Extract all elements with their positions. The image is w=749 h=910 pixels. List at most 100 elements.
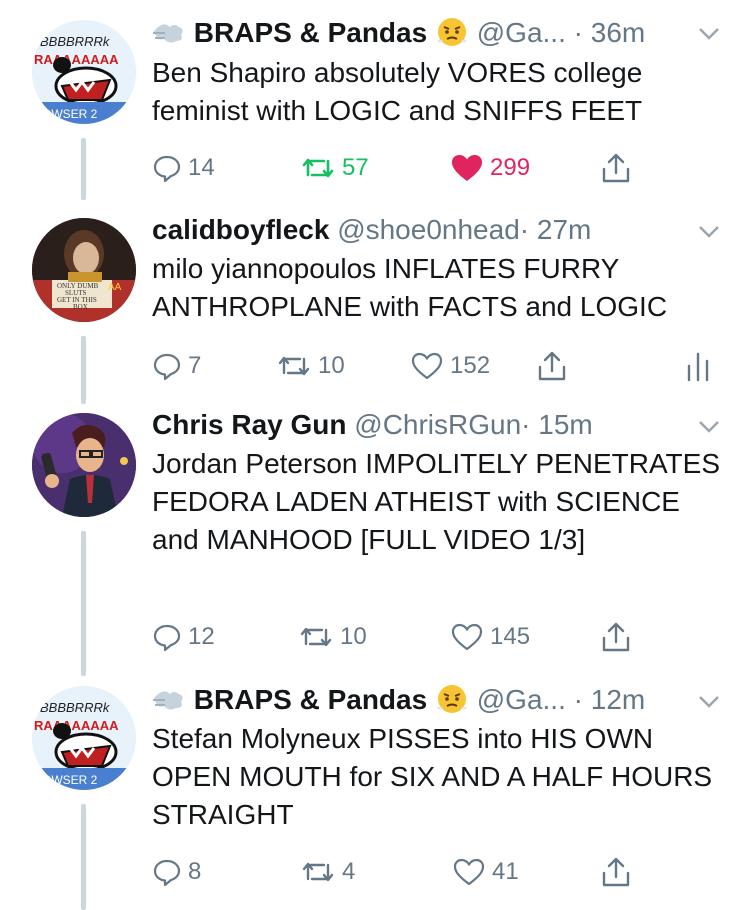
tweet-header: BRAPS & Pandas @Ga... · 12m [152,680,645,720]
reply-count: 7 [188,352,202,379]
thread-line [81,336,86,404]
author-handle[interactable]: @Ga... [477,17,566,48]
like-count: 145 [490,623,531,650]
retweet-count: 4 [342,858,356,885]
retweet-icon [302,158,334,178]
author-name[interactable]: BRAPS & Pandas [194,684,427,715]
avatar[interactable]: BBBBRRRk RAAAAAAAA OWSER 2 [32,20,136,124]
like-button[interactable]: 41 [452,852,519,892]
retweet-icon [302,862,334,882]
steaming-face-emoji-icon [435,15,469,58]
retweet-button[interactable]: 4 [300,852,355,892]
like-button[interactable]: 145 [450,617,530,657]
share-icon [602,153,630,183]
reply-count: 12 [188,623,215,650]
author-name[interactable]: Chris Ray Gun [152,409,346,440]
cartoon-dog-avatar-icon: BBBBRRRk RAAAAAAAA OWSER 2 [32,686,136,790]
thread-line [81,804,86,910]
tweet[interactable]: BBBBRRRk RAAAAAAAA OWSER 2 BRAPS & Panda… [0,680,749,910]
cartoon-dog-avatar-icon: BBBBRRRk RAAAAAAAA OWSER 2 [32,20,136,124]
heart-outline-icon [451,623,483,651]
reply-icon [153,353,181,381]
tweet[interactable]: Chris Ray Gun @ChrisRGun· 15m Jordan Pet… [0,405,749,676]
retweet-button[interactable]: 10 [298,617,367,657]
steaming-face-emoji-icon [435,682,469,725]
share-icon [602,622,630,652]
heart-outline-icon [453,858,485,886]
retweet-icon [300,627,332,647]
author-name[interactable]: BRAPS & Pandas [194,17,427,48]
analytics-icon [687,352,709,382]
avatar[interactable]: BBBBRRRk RAAAAAAAA OWSER 2 [32,686,136,790]
heart-filled-icon [452,155,482,181]
chevron-down-icon[interactable] [697,694,721,715]
thread-line [81,531,86,676]
reply-button[interactable]: 8 [152,852,201,892]
reply-button[interactable]: 7 [152,346,201,386]
tweet-text: Jordan Peterson IMPOLITELY PENETRATES FE… [152,448,720,555]
author-name[interactable]: calidboyfleck [152,214,329,245]
retweet-count: 10 [340,623,367,650]
avatar[interactable]: ONLY DUMB SLUTS GET IN THIS BOX AA [32,218,136,322]
tweet-actions: 12 10 145 [152,617,712,657]
reply-button[interactable]: 12 [152,617,215,657]
reply-icon [153,155,181,183]
like-button[interactable]: 299 [450,148,530,188]
wind-emoji-icon [152,685,186,725]
retweet-icon [278,356,310,376]
timestamp[interactable]: · 12m [574,684,646,715]
like-count: 41 [492,858,519,885]
timestamp[interactable]: · 27m [520,214,592,245]
heart-outline-icon [411,352,443,380]
share-button[interactable] [600,148,638,188]
reply-count: 8 [188,858,202,885]
tweet-actions: 7 10 152 [152,346,722,386]
like-button[interactable]: 152 [410,346,490,386]
tweet-text: milo yiannopoulos INFLATES FURRY ANTHROP… [152,253,668,322]
timestamp[interactable]: · 36m [574,17,646,48]
share-button[interactable] [600,852,638,892]
share-icon [602,857,630,887]
analytics-button[interactable] [684,346,718,386]
retweet-button[interactable]: 57 [300,148,369,188]
thread-line [81,138,86,200]
avatar-caption: OWSER 2 [42,107,98,121]
like-count: 152 [450,352,491,379]
tweet-text: Stefan Molyneux PISSES into HIS OWN OPEN… [152,723,713,830]
chevron-down-icon[interactable] [697,26,721,47]
author-handle[interactable]: @Ga... [477,684,566,715]
tweet-text: Ben Shapiro absolutely VORES college fem… [152,57,643,126]
avatar[interactable] [32,413,136,517]
author-handle[interactable]: @ChrisRGun [354,409,521,440]
reply-icon [153,859,181,887]
retweet-count: 57 [342,154,369,181]
like-count: 299 [490,154,531,181]
author-handle[interactable]: @shoe0nhead [337,214,520,245]
avatar-caption: RAAAAAAAA [34,718,119,733]
chevron-down-icon[interactable] [697,224,721,245]
person-in-box-avatar-icon: ONLY DUMB SLUTS GET IN THIS BOX AA [32,218,136,322]
reply-count: 14 [188,154,215,181]
retweet-button[interactable]: 10 [276,346,345,386]
retweet-count: 10 [318,352,345,379]
avatar-caption: BBBBRRRk [40,34,111,49]
tweet-actions: 14 57 299 [152,148,712,188]
cartoon-man-with-gun-avatar-icon [32,413,136,517]
share-button[interactable] [600,617,638,657]
share-button[interactable] [536,346,574,386]
tweet-actions: 8 4 41 [152,852,712,892]
tweet[interactable]: ONLY DUMB SLUTS GET IN THIS BOX AA calid… [0,210,749,405]
reply-icon [153,624,181,652]
timestamp[interactable]: · 15m [521,409,593,440]
avatar-caption: OWSER 2 [42,773,98,787]
tweet[interactable]: BBBBRRRk RAAAAAAAA OWSER 2 BRAPS & Panda… [0,12,749,202]
tweet-header: BRAPS & Pandas @Ga... · 36m [152,13,645,53]
wind-emoji-icon [152,18,186,58]
avatar-caption: RAAAAAAAA [34,52,119,67]
tweet-header: calidboyfleck @shoe0nhead· 27m [152,210,591,250]
avatar-caption: BOX [73,303,88,311]
reply-button[interactable]: 14 [152,148,215,188]
avatar-caption: BBBBRRRk [40,700,111,715]
chevron-down-icon[interactable] [697,419,721,440]
svg-text:AA: AA [108,282,122,293]
